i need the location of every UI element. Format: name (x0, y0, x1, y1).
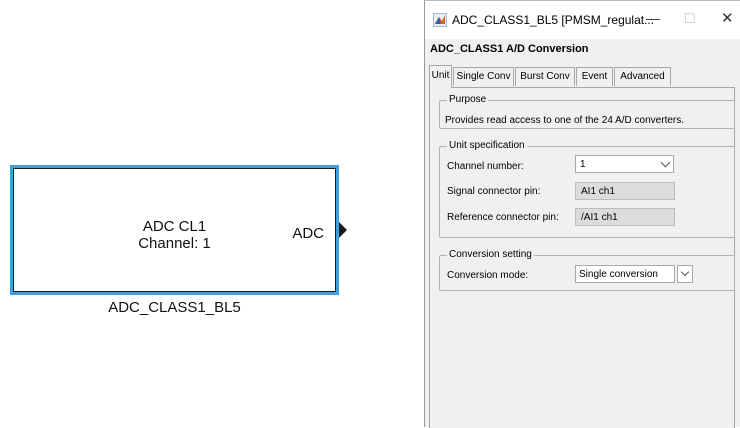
unit-spec-title: Unit specification (447, 140, 527, 152)
minimize-button[interactable]: — (646, 10, 660, 26)
dialog-title: ADC_CLASS1_BL5 [PMSM_regulat... (452, 13, 655, 27)
tab-single-conv[interactable]: Single Conv (453, 67, 514, 86)
dialog-header: ADC_CLASS1 A/D Conversion (430, 43, 589, 55)
conversion-group: Conversion setting Conversion mode: Sing… (439, 249, 735, 291)
block-line-2: Channel: 1 (138, 235, 211, 252)
adc-block[interactable]: ADC CL1 Channel: 1 ADC (10, 165, 339, 295)
conversion-title: Conversion setting (447, 249, 534, 261)
unit-tab-panel: Purpose Provides read access to one of t… (429, 87, 735, 428)
output-port-label: ADC (292, 225, 324, 242)
signal-pin-label: Signal connector pin: (447, 186, 541, 197)
reference-pin-label: Reference connector pin: (447, 212, 559, 223)
matlab-icon (433, 13, 447, 27)
unit-spec-group: Unit specification Channel number: 1 Sig… (439, 140, 735, 238)
conversion-mode-value: Single conversion (579, 269, 658, 280)
tab-event[interactable]: Event (576, 67, 613, 86)
purpose-group: Purpose Provides read access to one of t… (439, 94, 735, 129)
channel-number-dropdown[interactable]: 1 (575, 155, 674, 173)
tab-advanced[interactable]: Advanced (614, 67, 671, 86)
block-line-1: ADC CL1 (142, 218, 207, 235)
signal-pin-field: AI1 ch1 (575, 182, 675, 200)
conversion-mode-label: Conversion mode: (447, 270, 529, 281)
block-parameters-dialog: ADC_CLASS1_BL5 [PMSM_regulat... — ☐ ✕ AD… (424, 0, 740, 428)
channel-number-label: Channel number: (447, 161, 524, 172)
purpose-text: Provides read access to one of the 24 A/… (445, 115, 685, 126)
chevron-down-icon (680, 267, 690, 277)
conversion-mode-dropdown-button[interactable] (677, 265, 693, 283)
reference-pin-value: /AI1 ch1 (581, 212, 618, 223)
purpose-title: Purpose (447, 94, 489, 106)
channel-number-value: 1 (580, 159, 586, 170)
signal-pin-value: AI1 ch1 (581, 186, 615, 197)
tab-unit[interactable]: Unit (429, 65, 452, 88)
close-button[interactable]: ✕ (721, 9, 734, 27)
adc-block-frame: ADC CL1 Channel: 1 ADC (13, 168, 336, 292)
dialog-titlebar[interactable]: ADC_CLASS1_BL5 [PMSM_regulat... — ☐ ✕ (425, 1, 740, 39)
adc-block-label: ADC CL1 Channel: 1 (14, 218, 335, 252)
tab-burst-conv[interactable]: Burst Conv (515, 67, 575, 86)
chevron-down-icon (660, 157, 671, 168)
output-port-arrow-icon[interactable] (339, 222, 347, 238)
maximize-button[interactable]: ☐ (684, 11, 696, 27)
block-name[interactable]: ADC_CLASS1_BL5 (10, 299, 339, 316)
conversion-mode-dropdown[interactable]: Single conversion (575, 265, 693, 283)
reference-pin-field: /AI1 ch1 (575, 208, 675, 226)
